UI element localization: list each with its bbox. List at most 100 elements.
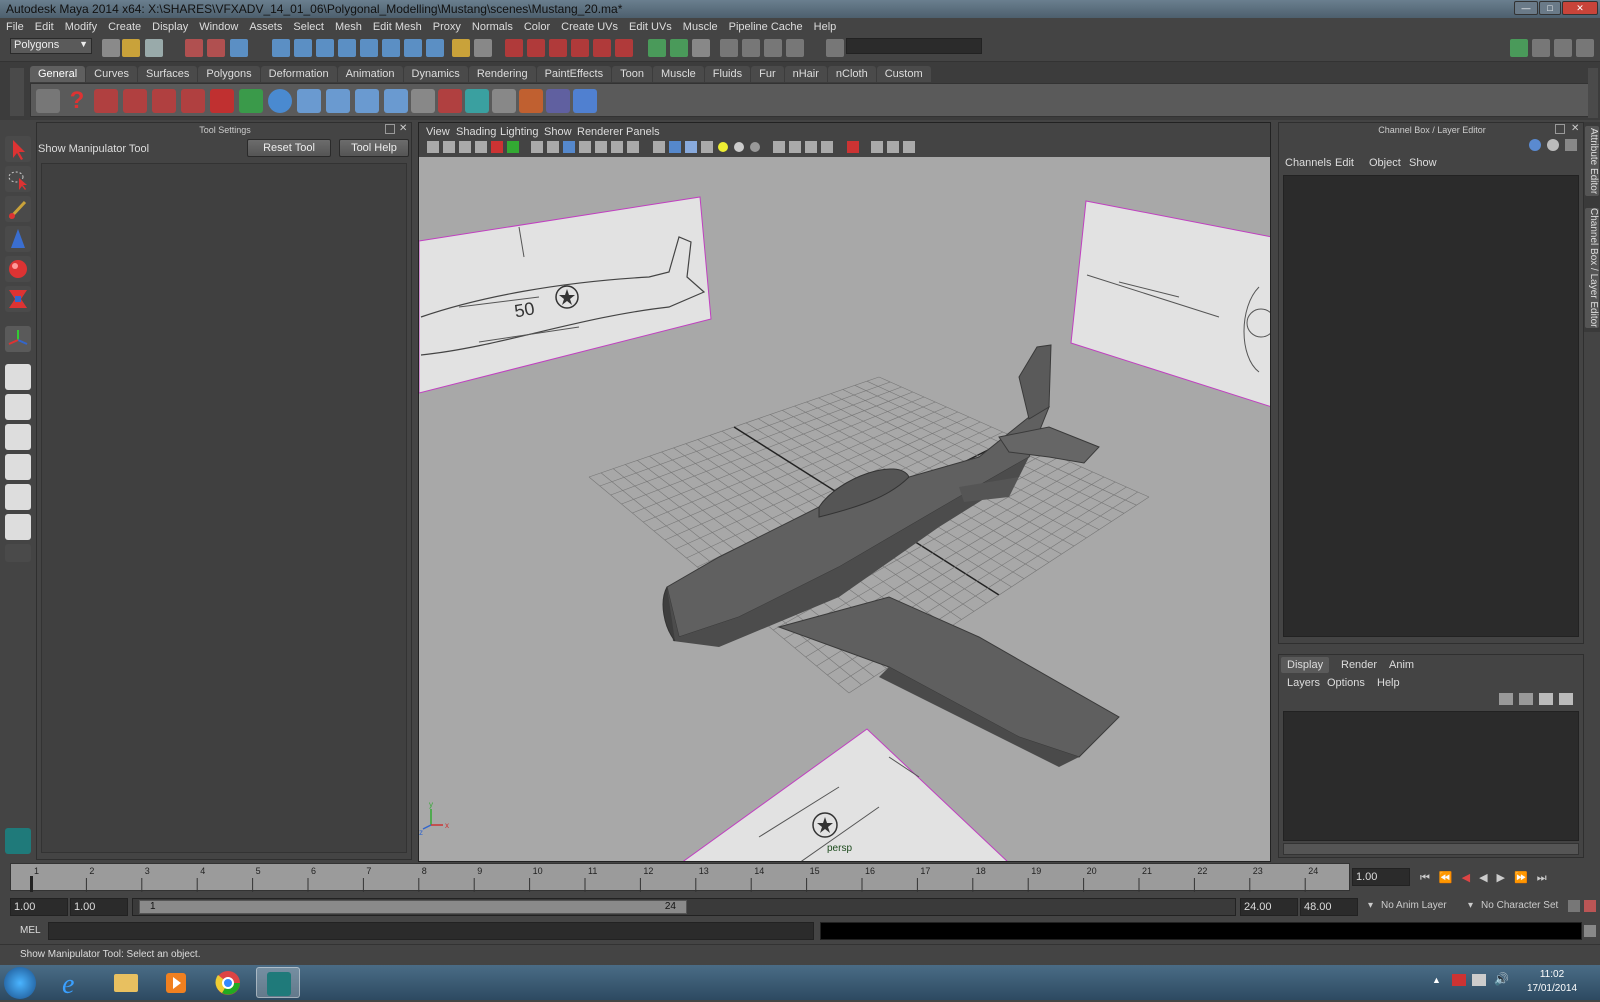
select-object-icon[interactable]: [207, 39, 225, 57]
render-view-icon[interactable]: [648, 39, 666, 57]
viewport-menu-show[interactable]: Show: [544, 126, 572, 138]
reference-plane-side[interactable]: 50: [419, 196, 712, 394]
shelf-menu-icon[interactable]: [10, 68, 24, 116]
rotate-tool-icon[interactable]: [5, 256, 31, 282]
mel-input[interactable]: [48, 922, 814, 940]
menu-pipeline-cache[interactable]: Pipeline Cache: [729, 21, 803, 33]
menu-display[interactable]: Display: [152, 21, 188, 33]
open-scene-icon[interactable]: [122, 39, 140, 57]
lock-icon[interactable]: [452, 39, 470, 57]
playback-buttons[interactable]: ⏮⏪◀◀▶⏩⏭: [1420, 871, 1556, 885]
channel-box-toggle-icon[interactable]: [1554, 39, 1572, 57]
persp-outliner-layout-icon[interactable]: [5, 424, 31, 450]
layer-menu-layers[interactable]: Layers: [1287, 677, 1320, 689]
hypershade-icon[interactable]: [720, 39, 738, 57]
go-to-end-icon[interactable]: ⏭: [1537, 872, 1556, 884]
channel-box-tab[interactable]: Channel Box / Layer Editor: [1585, 208, 1599, 328]
playback-end-field[interactable]: 24.00: [1240, 898, 1298, 916]
script-tool-1-icon[interactable]: [94, 89, 118, 113]
close-button[interactable]: ✕: [1562, 1, 1598, 15]
float-panel-icon[interactable]: [385, 124, 395, 134]
shelf-tab-animation[interactable]: Animation: [337, 66, 403, 82]
shelf-tab-dynamics[interactable]: Dynamics: [403, 66, 468, 82]
anim-prefs-icon[interactable]: [1584, 900, 1596, 912]
move-tool-icon[interactable]: [5, 226, 31, 252]
viewport-menu-shading[interactable]: Shading: [456, 126, 496, 138]
reference-plane-front[interactable]: [1070, 200, 1271, 407]
transform-axes-icon[interactable]: [573, 89, 597, 113]
step-forward-frame-icon[interactable]: ⏩: [1514, 872, 1537, 884]
layer-scrollbar[interactable]: [1283, 843, 1579, 855]
maximize-button[interactable]: □: [1539, 1, 1561, 15]
playback-start-field[interactable]: 1.00: [70, 898, 128, 916]
viewport-menu-renderer[interactable]: Renderer: [577, 126, 623, 138]
menuset-dropdown[interactable]: Polygons ▼: [10, 38, 92, 54]
menu-create-uvs[interactable]: Create UVs: [561, 21, 618, 33]
magnet-snap-icon[interactable]: [505, 39, 523, 57]
character-set-dropdown[interactable]: ▾ No Character Set: [1468, 900, 1558, 911]
script-tool-3-icon[interactable]: [152, 89, 176, 113]
menu-mesh[interactable]: Mesh: [335, 21, 362, 33]
range-slider-handle[interactable]: 1 24: [139, 900, 687, 914]
range-slider-track[interactable]: 1 24: [132, 898, 1236, 916]
help-question-icon[interactable]: ?: [65, 89, 89, 113]
script-editor-icon[interactable]: [1584, 925, 1596, 937]
select-tool-icon[interactable]: [5, 136, 31, 162]
current-time-marker[interactable]: [30, 876, 33, 892]
channel-menu-edit[interactable]: Edit: [1335, 157, 1354, 169]
select-hierarchy-icon[interactable]: [185, 39, 203, 57]
four-view-layout-icon[interactable]: [5, 394, 31, 420]
render-globals-icon[interactable]: [764, 39, 782, 57]
viewport-menu-view[interactable]: View: [426, 126, 450, 138]
end-time-field[interactable]: 48.00: [1300, 898, 1358, 916]
menu-proxy[interactable]: Proxy: [433, 21, 461, 33]
magnet-point-icon[interactable]: [549, 39, 567, 57]
shelf-tab-deformation[interactable]: Deformation: [260, 66, 337, 82]
tray-expand-icon[interactable]: ▲: [1432, 975, 1441, 985]
shelf-tab-general[interactable]: General: [30, 66, 86, 82]
snap-plane-icon[interactable]: [338, 39, 356, 57]
tool-help-button[interactable]: Tool Help: [339, 139, 409, 157]
ipr-icon[interactable]: [742, 39, 760, 57]
joint-tool-1-icon[interactable]: [297, 89, 321, 113]
save-scene-icon[interactable]: [145, 39, 163, 57]
layer-menu-options[interactable]: Options: [1327, 677, 1365, 689]
scale-tool-icon[interactable]: [5, 286, 31, 312]
quick-select-field[interactable]: [846, 38, 982, 54]
snap-point-icon[interactable]: [316, 39, 334, 57]
menu-select[interactable]: Select: [293, 21, 324, 33]
viewport-toolbar[interactable]: [421, 139, 981, 155]
shelf-tab-fluids[interactable]: Fluids: [704, 66, 751, 82]
close-channel-box-icon[interactable]: ✕: [1571, 123, 1579, 134]
maya-taskbar-icon[interactable]: [256, 967, 300, 998]
script-tool-4-icon[interactable]: [181, 89, 205, 113]
shelf-tab-muscle[interactable]: Muscle: [652, 66, 704, 82]
reset-tool-button[interactable]: Reset Tool: [247, 139, 331, 157]
new-layer-icon[interactable]: [1499, 693, 1513, 705]
shelf-tab-rendering[interactable]: Rendering: [468, 66, 536, 82]
magnet-tool-icon[interactable]: [210, 89, 234, 113]
shelf-tab-toon[interactable]: Toon: [612, 66, 652, 82]
layer-menu-help[interactable]: Help: [1377, 677, 1400, 689]
construction-icon[interactable]: [404, 39, 422, 57]
layer-tab-render[interactable]: Render: [1335, 657, 1383, 673]
tool-settings-toggle-icon[interactable]: [1532, 39, 1550, 57]
float-channel-box-icon[interactable]: [1555, 124, 1565, 134]
current-time-field[interactable]: 1.00: [1352, 868, 1410, 886]
layer-tab-anim[interactable]: Anim: [1383, 657, 1420, 673]
channel-lock-icon[interactable]: [1547, 139, 1559, 151]
new-scene-icon[interactable]: [102, 39, 120, 57]
question-icon[interactable]: [426, 39, 444, 57]
green-arrow-icon[interactable]: [239, 89, 263, 113]
menu-color[interactable]: Color: [524, 21, 550, 33]
menu-assets[interactable]: Assets: [249, 21, 282, 33]
new-layer-selected-icon[interactable]: [1519, 693, 1533, 705]
viewport-menu-panels[interactable]: Panels: [626, 126, 660, 138]
layout-expand-icon[interactable]: [5, 544, 31, 562]
select-component-icon[interactable]: [230, 39, 248, 57]
brush-icon[interactable]: [519, 89, 543, 113]
lasso-tool-icon[interactable]: [5, 166, 31, 192]
media-player-icon[interactable]: [154, 967, 198, 998]
outliner-toggle-icon[interactable]: [1576, 39, 1594, 57]
shelf-tab-nhair[interactable]: nHair: [784, 66, 827, 82]
